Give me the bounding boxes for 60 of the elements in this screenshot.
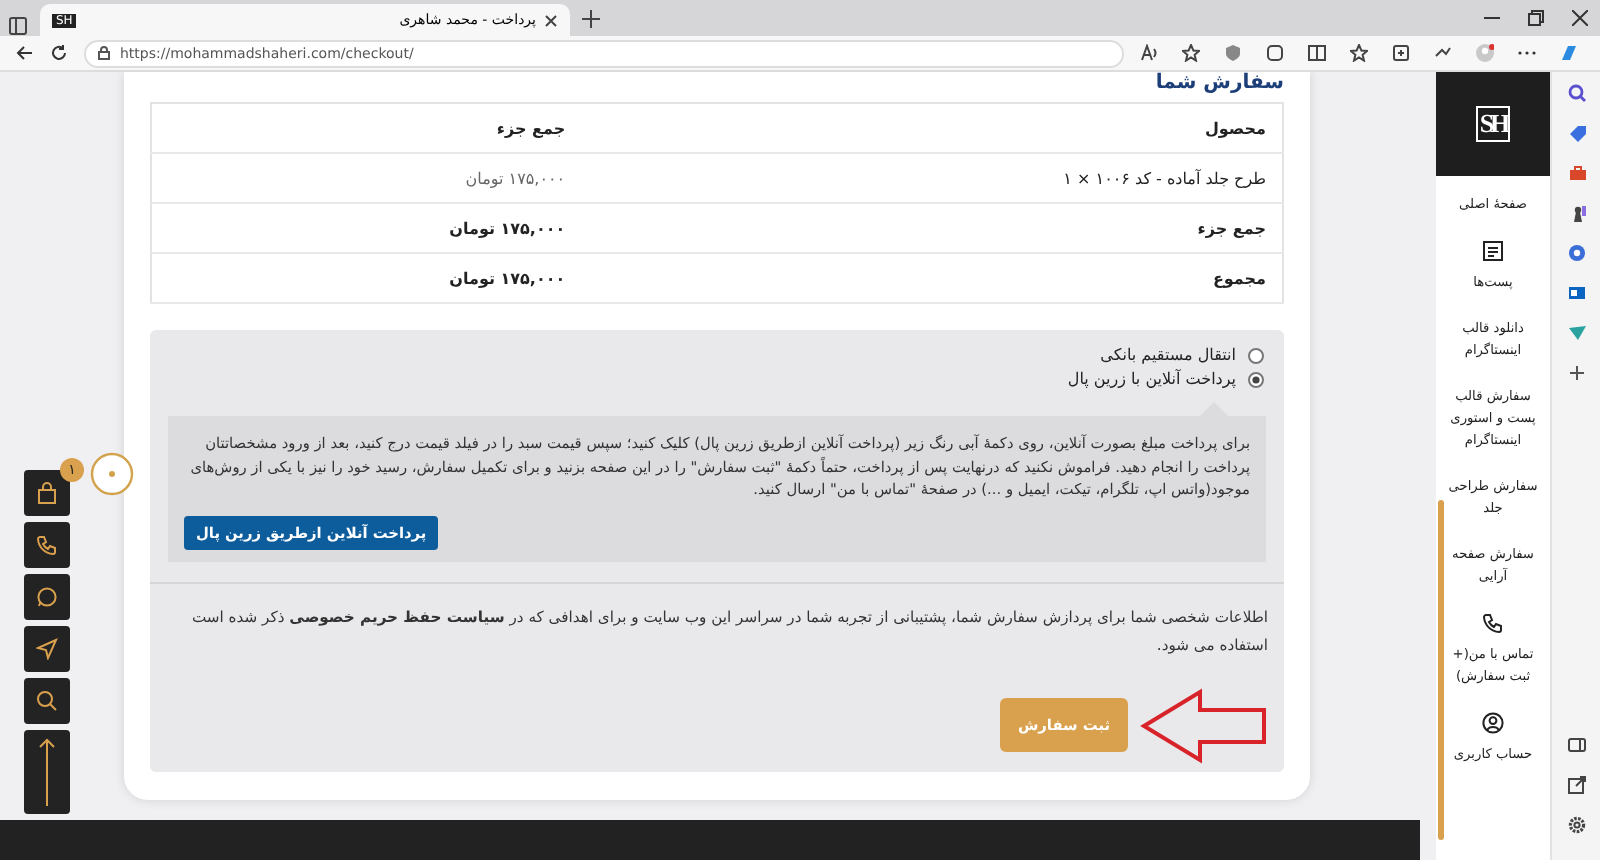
swirl-icon[interactable] — [1567, 244, 1585, 262]
phone-button[interactable] — [24, 522, 70, 568]
sidebar-panel-icon[interactable] — [1567, 736, 1585, 754]
tag-icon[interactable] — [1567, 124, 1585, 142]
favorite-star-icon[interactable] — [1182, 44, 1200, 62]
read-aloud-icon[interactable] — [1140, 44, 1158, 62]
reload-icon[interactable] — [50, 44, 68, 62]
split-screen-icon[interactable] — [1308, 44, 1326, 62]
table-cell: ۱۷۵,۰۰۰ تومان — [151, 253, 582, 303]
shield-icon[interactable] — [1224, 44, 1242, 62]
lock-icon — [98, 46, 110, 60]
copilot-icon[interactable] — [1560, 44, 1578, 62]
phone-icon — [1482, 612, 1504, 634]
whatsapp-button[interactable] — [24, 574, 70, 620]
external-link-icon[interactable] — [1567, 776, 1585, 794]
plus-icon[interactable] — [1567, 364, 1585, 382]
table-cell: ۱۷۵,۰۰۰ تومان — [151, 203, 582, 253]
table-cell: جمع جزء — [581, 203, 1283, 253]
payment-option-label[interactable]: پرداخت آنلاین با زرین پال — [1067, 370, 1236, 388]
paper-plane-icon[interactable] — [1567, 324, 1585, 342]
scrollbar-thumb[interactable] — [1438, 500, 1444, 840]
cart-button[interactable] — [24, 470, 70, 516]
chat-bubble-icon — [36, 586, 58, 608]
back-arrow-icon[interactable] — [16, 44, 34, 62]
toolbox-icon[interactable] — [1567, 164, 1585, 182]
restore-icon[interactable] — [1528, 10, 1544, 26]
phone-icon — [36, 534, 58, 556]
table-cell: طرح جلد آماده - کد ۱۰۰۶ × ۱ — [581, 153, 1283, 203]
arrow-drawing — [1140, 687, 1268, 763]
radio-button[interactable] — [1248, 347, 1264, 363]
close-icon[interactable] — [544, 13, 558, 27]
search-icon[interactable] — [1567, 84, 1585, 102]
document-icon — [1482, 240, 1504, 262]
section-heading: سفارش شما — [1153, 72, 1284, 96]
scroll-top-button[interactable] — [24, 730, 70, 814]
search-icon — [36, 690, 58, 712]
table-cell: مجموع — [581, 253, 1283, 303]
payment-option-label[interactable]: انتقال مستقیم بانکی — [1100, 346, 1236, 364]
collections-icon[interactable] — [1392, 44, 1410, 62]
search-button[interactable] — [24, 678, 70, 724]
radio-button[interactable] — [1248, 371, 1264, 387]
close-icon[interactable] — [1572, 10, 1588, 26]
bag-icon — [36, 482, 58, 504]
table-cell: ۱۷۵,۰۰۰ تومان — [151, 153, 582, 203]
settings-icon[interactable] — [1567, 816, 1585, 834]
circle-dot-icon[interactable] — [90, 452, 134, 496]
column-header: جمع جزء — [151, 103, 582, 153]
user-circle-icon — [1482, 712, 1504, 734]
site-logo[interactable]: SH — [1475, 106, 1511, 142]
tab-actions-icon[interactable] — [8, 16, 28, 36]
send-button[interactable] — [24, 626, 70, 672]
paper-plane-icon — [36, 638, 58, 660]
new-tab-icon[interactable] — [582, 9, 600, 27]
column-header: محصول — [581, 103, 1283, 153]
favorites-icon[interactable] — [1350, 44, 1368, 62]
performance-icon[interactable] — [1434, 44, 1452, 62]
mail-icon[interactable] — [1567, 284, 1585, 302]
up-arrow-icon — [38, 738, 56, 806]
profile-avatar-icon[interactable] — [1476, 44, 1494, 62]
extension-icon[interactable] — [1266, 44, 1284, 62]
